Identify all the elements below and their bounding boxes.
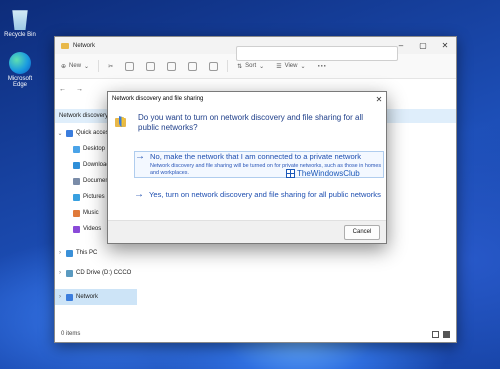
desktop-icon-recycle-bin[interactable]: Recycle Bin: [0, 8, 40, 38]
close-window-button[interactable]: ✕: [434, 41, 456, 50]
sidebar-item-label: CD Drive (D:) CCCO: [76, 270, 132, 276]
network-discovery-dialog: Network discovery and file sharing ✕ Do …: [107, 91, 387, 244]
dialog-titlebar[interactable]: Network discovery and file sharing ✕: [108, 92, 386, 106]
download-icon: [73, 161, 80, 169]
watermark: TheWindowsClub: [286, 169, 360, 178]
sort-button[interactable]: ⇅ Sort ⌄: [231, 63, 270, 70]
share-button[interactable]: [182, 61, 203, 71]
sidebar-item-this-pc[interactable]: › This PC: [55, 245, 137, 261]
turn-on-public-option[interactable]: → Yes, turn on network discovery and fil…: [134, 190, 382, 200]
dialog-title: Network discovery and file sharing: [112, 96, 204, 102]
window-title: Network: [73, 42, 96, 49]
toolbar-divider: [227, 60, 229, 72]
pc-icon: [66, 249, 73, 257]
shield-folder-icon: [115, 116, 126, 127]
star-icon: [66, 129, 73, 137]
documents-icon: [73, 177, 80, 185]
new-label: New: [69, 63, 82, 69]
share-icon: [188, 61, 198, 71]
trash-icon: [209, 61, 219, 71]
cd-drive-icon: [66, 269, 73, 277]
sidebar-item-cd-drive-d-ccco[interactable]: › CD Drive (D:) CCCO: [55, 265, 137, 281]
watermark-text: TheWindowsClub: [297, 169, 360, 178]
recycle-bin-icon: [12, 10, 28, 30]
sidebar-item-label: Desktop: [83, 146, 106, 152]
sort-icon: ⇅: [237, 63, 243, 70]
edge-icon: [9, 52, 31, 74]
chevron-icon[interactable]: ›: [57, 294, 63, 300]
sidebar-item-label: Music: [83, 210, 99, 216]
status-bar: 0 items: [55, 326, 456, 342]
back-arrow-icon[interactable]: ←: [59, 86, 66, 93]
tiles-view-icon[interactable]: [443, 330, 450, 338]
music-icon: [73, 209, 80, 217]
desktop-icon-label: Microsoft Edge: [7, 76, 33, 88]
dialog-footer: Cancel: [108, 220, 386, 243]
cancel-button[interactable]: Cancel: [344, 225, 380, 240]
sort-label: Sort: [245, 63, 257, 69]
option-label: Yes, turn on network discovery and file …: [149, 190, 381, 199]
copy-icon: [125, 61, 135, 71]
sidebar-item-network[interactable]: › Network: [55, 289, 137, 305]
videos-icon: [73, 225, 80, 233]
desktop-icon: [73, 145, 80, 153]
copy-button[interactable]: [119, 61, 140, 71]
close-icon[interactable]: ✕: [372, 95, 386, 104]
delete-button[interactable]: [203, 61, 224, 71]
view-icon: ☰: [276, 63, 282, 70]
rename-button[interactable]: [161, 61, 182, 71]
toolbar-divider: [98, 60, 100, 72]
rename-icon: [167, 61, 177, 71]
forward-arrow-icon[interactable]: →: [76, 86, 83, 93]
dialog-question: Do you want to turn on network discovery…: [138, 113, 364, 132]
desktop-icon-edge[interactable]: Microsoft Edge: [0, 52, 40, 88]
desktop-icon-label: Recycle Bin: [4, 32, 36, 38]
chevron-down-icon: ⌄: [259, 63, 265, 70]
paste-icon: [146, 61, 156, 71]
sidebar-item-label: This PC: [76, 250, 98, 256]
sidebar-item-label: Videos: [83, 226, 102, 232]
new-button[interactable]: ⊕ New ⌄: [55, 63, 95, 70]
arrow-right-icon: →: [135, 151, 145, 162]
chevron-icon[interactable]: ›: [57, 250, 63, 256]
dialog-body: Do you want to turn on network discovery…: [108, 106, 386, 221]
view-label: View: [284, 63, 298, 69]
plus-icon: ⊕: [61, 63, 67, 70]
see-more-button[interactable]: ···: [312, 61, 333, 71]
chevron-down-icon: ⌄: [84, 63, 90, 70]
cut-button[interactable]: ✂: [102, 63, 119, 70]
sidebar-item-label: Network: [76, 294, 99, 300]
pictures-icon: [73, 193, 80, 201]
sidebar-item-label: Pictures: [83, 194, 105, 200]
chevron-icon[interactable]: ⌄: [57, 130, 63, 137]
maximize-button[interactable]: ▢: [412, 41, 434, 50]
item-count: 0 items: [61, 331, 81, 337]
folder-icon: [61, 42, 69, 49]
scissors-icon: ✂: [108, 63, 114, 70]
chevron-down-icon: ⌄: [300, 63, 306, 70]
arrow-right-icon: →: [134, 189, 144, 200]
search-input[interactable]: [236, 46, 398, 61]
view-button[interactable]: ☰ View ⌄: [270, 63, 311, 70]
more-icon: ···: [317, 61, 327, 71]
windows-logo-icon: [286, 169, 295, 178]
option-label: No, make the network that I am connected…: [150, 152, 362, 161]
network-icon: [66, 293, 73, 301]
details-view-icon[interactable]: [432, 330, 439, 338]
paste-button[interactable]: [140, 61, 161, 71]
chevron-icon[interactable]: ›: [57, 270, 63, 276]
